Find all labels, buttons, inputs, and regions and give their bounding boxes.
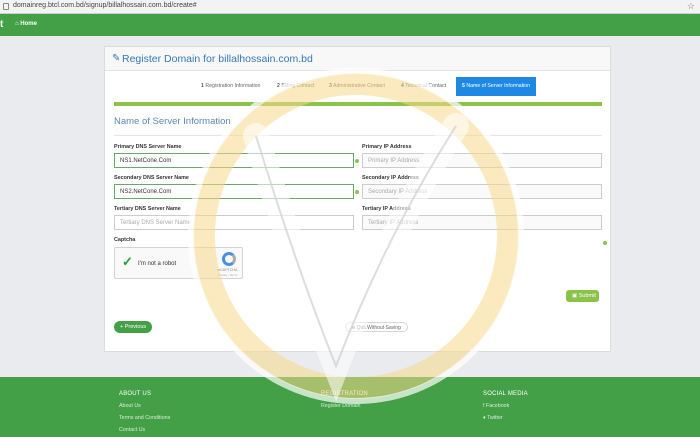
submit-label: Submit bbox=[578, 293, 596, 299]
step-label: Administrative Contact bbox=[333, 83, 385, 89]
footer-link[interactable]: Terms and Conditions bbox=[119, 415, 170, 421]
recaptcha-widget[interactable]: ✓ I'm not a robot reCAPTCHA Privacy - Te… bbox=[114, 247, 243, 279]
footer-heading: SOCIAL MEDIA bbox=[483, 391, 528, 397]
recaptcha-links[interactable]: Privacy - Terms bbox=[218, 273, 237, 277]
footer-link-label: Twitter bbox=[487, 415, 503, 421]
step-label: Registration Information bbox=[205, 83, 261, 89]
step-label: Technical Contact bbox=[405, 83, 447, 89]
step-number: 4 bbox=[401, 83, 404, 89]
section-title: Name of Server Information bbox=[114, 116, 231, 127]
home-icon: ⌂ bbox=[15, 21, 19, 27]
step-label: Billing Contact bbox=[281, 83, 315, 89]
panel-header: ✎ Register Domain for billalhossain.com.… bbox=[105, 47, 610, 71]
step-billing-contact[interactable]: 2 Billing Contact bbox=[277, 83, 315, 89]
site-navbar: t ⌂ Home bbox=[0, 14, 700, 36]
nav-home-link[interactable]: ⌂ Home bbox=[15, 21, 37, 27]
footer-link[interactable]: Contact Us bbox=[119, 427, 170, 433]
secondary-ip-input[interactable]: Secondary IP Address bbox=[362, 184, 602, 199]
step-technical-contact[interactable]: 4 Technical Contact bbox=[401, 83, 446, 89]
footer-social-column: SOCIAL MEDIA f Facebook ♦ Twitter bbox=[483, 391, 528, 421]
tertiary-ip-input[interactable]: Tertiary IP Address bbox=[362, 215, 602, 230]
register-domain-panel: ✎ Register Domain for billalhossain.com.… bbox=[104, 46, 611, 352]
submit-button[interactable]: ▣ Submit bbox=[566, 290, 599, 302]
step-number: 1 bbox=[201, 83, 204, 89]
footer-link-facebook[interactable]: f Facebook bbox=[483, 403, 528, 409]
previous-label: Previous bbox=[124, 324, 147, 330]
tertiary-ip-label: Tertiary IP Address bbox=[362, 206, 411, 212]
footer-registration-column: REGISTRATION Register Domain bbox=[321, 391, 368, 409]
checkmark-icon[interactable]: ✓ bbox=[122, 254, 133, 270]
secondary-dns-label: Secondary DNS Server Name bbox=[114, 175, 189, 181]
primary-dns-input[interactable]: NS1.NetCone.Com bbox=[114, 153, 354, 168]
primary-dns-label: Primary DNS Server Name bbox=[114, 144, 182, 150]
url-text[interactable]: domainreg.btcl.com.bd/signup/billalhossa… bbox=[13, 2, 197, 9]
close-circle-icon: ⊗ bbox=[351, 325, 356, 331]
step-name-of-server-information[interactable]: 5 Name of Server Information bbox=[456, 77, 537, 96]
site-footer: ABOUT US About Us Terms and Conditions C… bbox=[0, 377, 700, 437]
captcha-label: Captcha bbox=[114, 237, 136, 243]
plus-icon: + bbox=[120, 324, 124, 330]
valid-indicator bbox=[355, 190, 359, 194]
step-number: 2 bbox=[277, 83, 280, 89]
recaptcha-brand: reCAPTCHA bbox=[217, 268, 238, 272]
browser-address-bar[interactable]: domainreg.btcl.com.bd/signup/billalhossa… bbox=[0, 0, 700, 14]
recaptcha-logo-icon bbox=[222, 252, 236, 266]
twitter-icon: ♦ bbox=[483, 415, 486, 421]
tertiary-dns-input[interactable]: Tertiary DNS Server Name bbox=[114, 215, 354, 230]
step-number: 5 bbox=[462, 83, 465, 89]
wizard-steps: 1 Registration Information 2 Billing Con… bbox=[105, 77, 610, 96]
tertiary-dns-label: Tertiary DNS Server Name bbox=[114, 206, 181, 212]
footer-heading: REGISTRATION bbox=[321, 391, 368, 397]
pencil-icon: ✎ bbox=[112, 53, 121, 64]
footer-link-label: Facebook bbox=[485, 403, 510, 409]
quit-label: Quit Without Saving bbox=[356, 325, 401, 331]
captcha-text: I'm not a robot bbox=[138, 261, 177, 267]
site-logo[interactable]: t bbox=[0, 19, 6, 31]
panel-title: Register Domain for billalhossain.com.bd bbox=[122, 53, 313, 65]
footer-heading: ABOUT US bbox=[119, 391, 152, 397]
progress-rule bbox=[114, 102, 602, 106]
valid-indicator bbox=[603, 241, 607, 245]
previous-button[interactable]: + Previous bbox=[114, 321, 152, 333]
primary-ip-input[interactable]: Primary IP Address bbox=[362, 153, 602, 168]
valid-indicator bbox=[355, 159, 359, 163]
footer-about-column: ABOUT US About Us Terms and Conditions C… bbox=[119, 391, 170, 433]
step-administrative-contact[interactable]: 3 Administrative Contact bbox=[329, 83, 385, 89]
step-registration-information[interactable]: 1 Registration Information bbox=[201, 83, 260, 89]
secondary-dns-input[interactable]: NS2.NetCone.Com bbox=[114, 184, 354, 199]
star-icon[interactable]: ☆ bbox=[687, 1, 695, 12]
page-icon bbox=[3, 3, 9, 10]
nav-home-label: Home bbox=[20, 21, 37, 27]
step-number: 3 bbox=[329, 83, 332, 89]
facebook-icon: f bbox=[483, 403, 485, 409]
footer-link-twitter[interactable]: ♦ Twitter bbox=[483, 415, 528, 421]
quit-without-saving-button[interactable]: ⊗ Quit Without Saving bbox=[345, 322, 408, 332]
step-label: Name of Server Information bbox=[466, 83, 531, 89]
footer-link[interactable]: Register Domain bbox=[321, 403, 368, 409]
footer-link[interactable]: About Us bbox=[119, 403, 170, 409]
secondary-ip-label: Secondary IP Address bbox=[362, 175, 419, 181]
submit-icon: ▣ bbox=[572, 293, 578, 299]
primary-ip-label: Primary IP Address bbox=[362, 144, 412, 150]
section-divider bbox=[114, 135, 602, 136]
